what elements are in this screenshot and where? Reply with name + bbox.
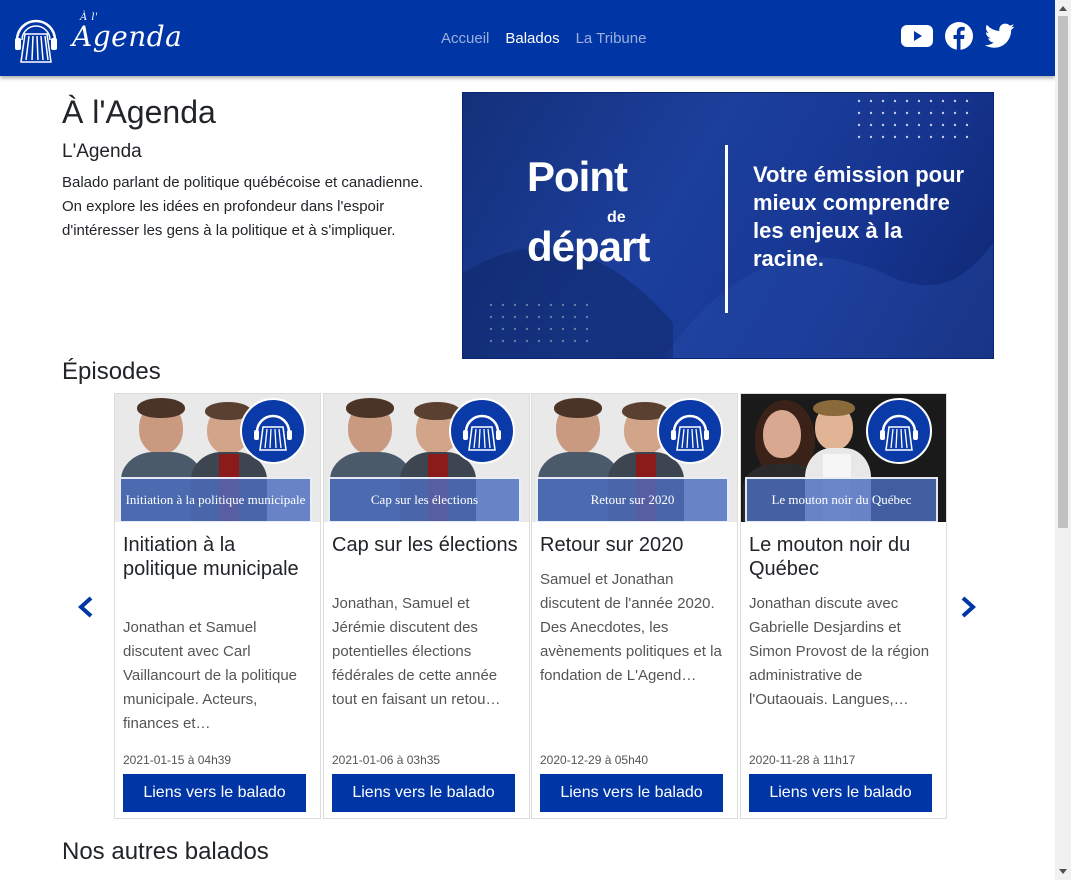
- episode-title[interactable]: Le mouton noir du Québec: [749, 533, 935, 581]
- podcast-logo-icon: [449, 398, 515, 464]
- podcast-logo-icon: [240, 398, 306, 464]
- scrollbar-thumb[interactable]: [1058, 16, 1068, 528]
- episode-title[interactable]: Cap sur les élections: [332, 533, 518, 557]
- episode-thumbnail: Initiation à la politique municipale: [115, 394, 320, 522]
- chevron-left-icon: [78, 596, 93, 618]
- episode-thumbnail: Le mouton noir du Québec: [741, 394, 946, 522]
- facebook-icon[interactable]: [945, 22, 973, 50]
- episode-date: 2021-01-15 à 04h39: [123, 753, 232, 767]
- caret-up-icon: [1059, 6, 1067, 11]
- episode-date: 2020-11-28 à 11h17: [749, 753, 856, 767]
- thumbnail-caption: Retour sur 2020: [536, 477, 729, 522]
- scroll-up-button[interactable]: [1055, 0, 1071, 16]
- logo-depart-text: départ: [527, 223, 650, 270]
- social-links: [901, 22, 1015, 50]
- youtube-icon[interactable]: [901, 24, 933, 48]
- page-title: À l'Agenda: [62, 94, 216, 130]
- podcast-name: L'Agenda: [62, 141, 142, 162]
- podcast-links-button[interactable]: Liens vers le balado: [332, 774, 515, 812]
- thumbnail-caption: Le mouton noir du Québec: [745, 477, 938, 522]
- other-podcasts-heading: Nos autres balados: [62, 838, 269, 865]
- nav-link-accueil[interactable]: Accueil: [441, 30, 489, 47]
- banner-divider: [725, 145, 728, 313]
- episode-thumbnail: Cap sur les élections: [324, 394, 529, 522]
- podcast-logo-icon: [657, 398, 723, 464]
- thumbnail-caption: Cap sur les élections: [328, 477, 521, 522]
- brand-small: À l': [80, 12, 99, 23]
- thumbnail-caption: Initiation à la politique municipale: [119, 477, 312, 522]
- episode-date: 2020-12-29 à 05h40: [540, 753, 649, 767]
- podcast-links-button[interactable]: Liens vers le balado: [749, 774, 932, 812]
- podcast-links-button[interactable]: Liens vers le balado: [123, 774, 306, 812]
- episode-card[interactable]: Cap sur les élections Cap sur les électi…: [323, 393, 530, 819]
- nav-link-balados[interactable]: Balados: [505, 30, 559, 47]
- episode-card[interactable]: Le mouton noir du Québec Le mouton noir …: [740, 393, 947, 819]
- navbar: À l' Agenda Accueil Balados La Tribune: [0, 0, 1055, 76]
- episode-card[interactable]: Retour sur 2020 Retour sur 2020 Samuel e…: [531, 393, 738, 819]
- logo-point-text: Point: [527, 153, 628, 200]
- carousel-prev-button[interactable]: [71, 592, 101, 622]
- episode-title[interactable]: Initiation à la politique municipale: [123, 533, 309, 581]
- podcast-description: Balado parlant de politique québécoise e…: [62, 174, 424, 239]
- carousel-next-button[interactable]: [953, 592, 983, 622]
- twitter-icon[interactable]: [985, 23, 1015, 49]
- chevron-right-icon: [961, 596, 976, 618]
- brand-name: Agenda: [72, 20, 183, 53]
- logo-icon[interactable]: [13, 12, 59, 64]
- episode-summary: Jonathan et Samuel discutent avec Carl V…: [123, 619, 298, 732]
- banner-tagline: Votre émission pour mieux comprendre les…: [753, 162, 965, 271]
- scroll-down-button[interactable]: [1055, 864, 1071, 880]
- page-scrollbar[interactable]: [1055, 0, 1071, 880]
- episode-title[interactable]: Retour sur 2020: [540, 533, 726, 557]
- episode-summary: Samuel et Jonathan discutent de l'année …: [540, 571, 722, 684]
- promo-banner[interactable]: Point de départ Votre émission pour mieu…: [462, 92, 994, 359]
- nav-link-la-tribune[interactable]: La Tribune: [576, 30, 647, 47]
- episodes-heading: Épisodes: [62, 358, 161, 385]
- episode-card[interactable]: Initiation à la politique municipale Ini…: [114, 393, 321, 819]
- episode-summary: Jonathan discute avec Gabrielle Desjardi…: [749, 595, 930, 708]
- main-nav: Accueil Balados La Tribune: [441, 30, 646, 47]
- podcast-logo-icon: [866, 398, 932, 464]
- episode-date: 2021-01-06 à 03h35: [332, 753, 441, 767]
- page: À l' Agenda Accueil Balados La Tribune À…: [0, 0, 1055, 880]
- brand-wordmark[interactable]: À l' Agenda: [72, 12, 183, 53]
- episode-thumbnail: Retour sur 2020: [532, 394, 737, 522]
- caret-down-icon: [1059, 869, 1067, 874]
- podcast-links-button[interactable]: Liens vers le balado: [540, 774, 723, 812]
- episode-summary: Jonathan, Samuel et Jérémie discutent de…: [332, 595, 501, 708]
